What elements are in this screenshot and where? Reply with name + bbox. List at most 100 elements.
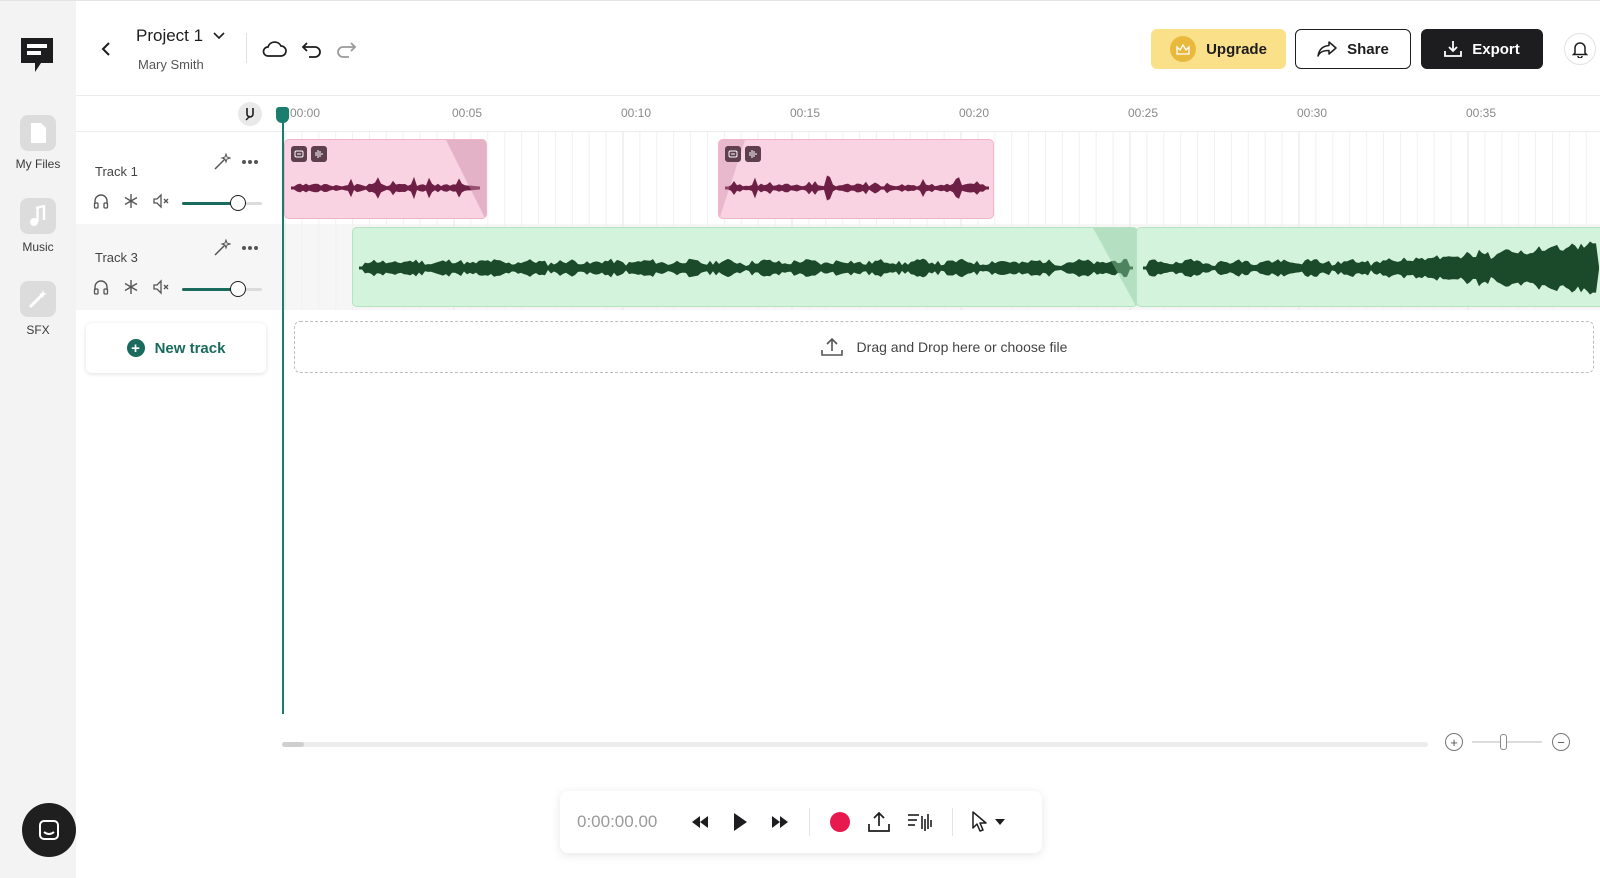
top-header: Project 1 Mary Smith Upgrade Share Expor… xyxy=(76,1,1600,96)
track-volume-slider[interactable] xyxy=(182,281,262,297)
music-note-icon xyxy=(20,198,56,234)
track-more-button[interactable] xyxy=(240,238,260,258)
redo-icon xyxy=(337,42,357,58)
ruler-tick-label: 00:15 xyxy=(790,106,821,120)
rewind-icon xyxy=(692,816,708,828)
track-freeze-button[interactable] xyxy=(121,277,141,297)
select-tool-button[interactable] xyxy=(966,808,994,836)
import-button[interactable] xyxy=(865,808,893,836)
clip-type-icon xyxy=(725,146,741,162)
notifications-button[interactable] xyxy=(1564,33,1596,65)
track-name: Track 1 xyxy=(95,164,138,179)
chevron-down-icon xyxy=(213,32,225,40)
share-button[interactable]: Share xyxy=(1295,29,1411,69)
timeline-scrollbar[interactable] xyxy=(282,742,1428,747)
ruler-tick-label: 00:35 xyxy=(1466,106,1497,120)
redo-button[interactable] xyxy=(332,35,360,63)
voice-enhance-button[interactable] xyxy=(906,808,934,836)
undo-button[interactable] xyxy=(298,35,326,63)
sidebar-item-my-files[interactable]: My Files xyxy=(0,115,76,171)
new-track-label: New track xyxy=(154,339,226,357)
audio-clip[interactable] xyxy=(284,139,487,219)
zoom-slider[interactable] xyxy=(1472,741,1542,743)
export-button[interactable]: Export xyxy=(1421,29,1543,69)
sidebar-item-music[interactable]: Music xyxy=(0,198,76,254)
playhead-handle[interactable] xyxy=(276,107,289,123)
zoom-slider-knob[interactable] xyxy=(1500,734,1507,750)
speaker-mute-icon xyxy=(153,279,169,295)
audio-clip[interactable] xyxy=(1136,227,1600,307)
more-horizontal-icon xyxy=(242,160,258,164)
crown-icon xyxy=(1170,36,1197,62)
upgrade-button[interactable]: Upgrade xyxy=(1151,29,1286,69)
more-horizontal-icon xyxy=(242,246,258,250)
volume-knob[interactable] xyxy=(230,195,246,211)
cloud-save-button[interactable] xyxy=(260,35,288,63)
upgrade-label: Upgrade xyxy=(1206,40,1267,58)
ruler-tick-label: 00:05 xyxy=(452,106,483,120)
waveform-shape xyxy=(359,258,1133,278)
track-volume-slider[interactable] xyxy=(182,195,262,211)
app-window: My Files Music SFX Project 1 Mary Smith xyxy=(0,0,1600,878)
magic-wand-icon xyxy=(214,153,231,170)
new-track-button[interactable]: + New track xyxy=(86,323,266,373)
track-header-track-1[interactable]: Track 1 xyxy=(76,138,282,224)
fade-out-handle[interactable] xyxy=(1093,228,1137,307)
waveform-shape xyxy=(1143,241,1599,295)
transport-divider xyxy=(952,808,953,836)
chat-support-button[interactable] xyxy=(22,803,76,857)
play-button[interactable] xyxy=(726,808,754,836)
share-arrow-icon xyxy=(1317,41,1337,57)
transport-divider xyxy=(809,808,810,836)
track-mute-button[interactable] xyxy=(151,277,171,297)
app-logo[interactable] xyxy=(18,35,56,75)
caret-down-icon xyxy=(995,819,1005,825)
track-freeze-button[interactable] xyxy=(121,191,141,211)
file-icon xyxy=(20,115,56,151)
waveform-shape xyxy=(725,175,989,201)
fade-out-handle[interactable] xyxy=(446,140,486,219)
fast-forward-icon xyxy=(772,816,788,828)
ruler-tick-label: 00:10 xyxy=(621,106,652,120)
time-display: 0:00:00.00 xyxy=(577,812,658,831)
snap-toggle-button[interactable] xyxy=(238,102,262,126)
fast-forward-button[interactable] xyxy=(766,808,794,836)
track-effects-button[interactable] xyxy=(212,238,232,258)
magnet-icon xyxy=(245,108,254,121)
track-mute-button[interactable] xyxy=(151,191,171,211)
tool-dropdown-button[interactable] xyxy=(992,808,1008,836)
zoom-in-button[interactable]: + xyxy=(1445,733,1463,751)
magic-wand-icon xyxy=(214,239,231,256)
ruler-tick-label: 00:25 xyxy=(1128,106,1159,120)
track-solo-button[interactable] xyxy=(91,277,111,297)
track-header-track-3[interactable]: Track 3 xyxy=(76,224,282,310)
ruler-tick-label: 00:20 xyxy=(959,106,990,120)
rewind-button[interactable] xyxy=(686,808,714,836)
audio-clip[interactable] xyxy=(718,139,994,219)
file-drop-zone[interactable]: Drag and Drop here or choose file xyxy=(294,321,1594,373)
volume-knob[interactable] xyxy=(230,281,246,297)
sidebar-item-sfx[interactable]: SFX xyxy=(0,281,76,337)
speaker-mute-icon xyxy=(153,193,169,209)
share-label: Share xyxy=(1347,40,1389,58)
snowflake-icon xyxy=(124,194,138,208)
ruler-tick-label: 00:30 xyxy=(1297,106,1328,120)
project-title-dropdown[interactable]: Project 1 xyxy=(136,26,225,46)
play-icon xyxy=(734,813,747,831)
back-button[interactable] xyxy=(94,37,118,61)
track-solo-button[interactable] xyxy=(91,191,111,211)
sidebar-item-label: My Files xyxy=(15,157,61,171)
project-owner: Mary Smith xyxy=(138,57,204,72)
audio-clip[interactable] xyxy=(352,227,1138,307)
chevron-left-icon xyxy=(101,42,110,56)
clip-type-icon xyxy=(291,146,307,162)
waveform xyxy=(1143,241,1599,295)
track-more-button[interactable] xyxy=(240,152,260,172)
record-button[interactable] xyxy=(826,808,854,836)
zoom-out-button[interactable]: − xyxy=(1552,733,1570,751)
track-effects-button[interactable] xyxy=(212,152,232,172)
plus-icon: + xyxy=(126,339,145,357)
timeline-ruler[interactable]: 00:00 00:05 00:10 00:15 00:20 00:25 00:3… xyxy=(76,96,1600,132)
header-divider xyxy=(246,33,247,63)
scrollbar-thumb[interactable] xyxy=(282,742,304,747)
